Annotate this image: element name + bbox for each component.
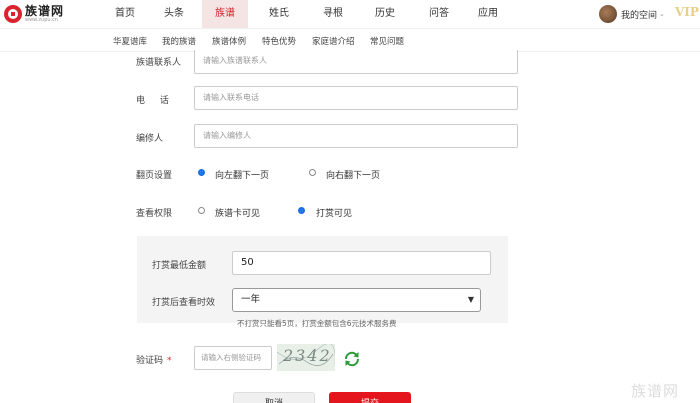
nav-item-qa[interactable]: 问答	[414, 0, 464, 28]
captcha-text: 2342	[283, 346, 332, 365]
nav-item-apps[interactable]: 应用	[464, 0, 512, 28]
user-space-label[interactable]: 我的空间	[621, 8, 657, 21]
chevron-down-icon: ▼	[467, 295, 474, 304]
contact-input[interactable]: 请输入族谱联系人	[194, 50, 518, 74]
submit-button[interactable]: 提交	[329, 392, 411, 403]
captcha-label: 验证码 *	[136, 353, 172, 366]
radio-reward-visible-label[interactable]: 打赏可见	[316, 206, 352, 219]
radio-turn-left[interactable]	[198, 169, 205, 176]
radio-turn-left-label[interactable]: 向左翻下一页	[215, 168, 269, 181]
captcha-image[interactable]: 2342	[277, 344, 335, 371]
contact-label: 族谱联系人	[136, 58, 182, 68]
captcha-input[interactable]: 请输入右侧验证码	[194, 346, 272, 370]
validity-select-value: 一年	[241, 294, 261, 305]
nav-item-history[interactable]: 历史	[356, 0, 414, 28]
subnav-item-advantages[interactable]: 特色优势	[262, 35, 296, 47]
view-permission-label: 查看权限	[136, 209, 173, 219]
required-mark: *	[167, 356, 172, 366]
radio-turn-right[interactable]	[309, 169, 316, 176]
nav-item-surnames[interactable]: 姓氏	[248, 0, 310, 28]
vip-badge[interactable]: VIP	[675, 5, 699, 19]
min-reward-label: 打赏最低金额	[152, 261, 207, 271]
chevron-down-icon[interactable]: ⌄	[659, 10, 665, 18]
subnav-item-format[interactable]: 族谱体例	[212, 35, 246, 47]
radio-turn-right-label[interactable]: 向右翻下一页	[326, 168, 380, 181]
nav-item-genealogy[interactable]: 族谱	[202, 0, 248, 28]
site-logo[interactable]: 族谱网 www.zupu.cn	[4, 3, 64, 25]
refresh-captcha-icon[interactable]	[343, 350, 361, 368]
avatar[interactable]	[599, 5, 617, 23]
nav-item-home[interactable]: 首页	[104, 0, 146, 28]
nav-item-roots[interactable]: 寻根	[310, 0, 356, 28]
editor-input[interactable]: 请输入编修人	[194, 124, 518, 148]
min-reward-input[interactable]: 50	[232, 251, 491, 275]
cancel-button[interactable]: 取消	[233, 392, 315, 403]
logo-name: 族谱网	[25, 4, 65, 18]
radio-card-visible[interactable]	[198, 207, 205, 214]
validity-select[interactable]: 一年 ▼	[232, 288, 481, 312]
validity-label: 打赏后查看时效	[152, 298, 216, 308]
subnav-item-my-genealogy[interactable]: 我的族谱	[162, 35, 196, 47]
top-nav-bar: 族谱网 www.zupu.cn 首页 头条 族谱 姓氏 寻根 历史 问答 应用 …	[0, 0, 700, 28]
site-watermark: 族谱网	[631, 382, 680, 400]
logo-icon	[4, 5, 22, 23]
nav-item-headlines[interactable]: 头条	[146, 0, 202, 28]
radio-card-visible-label[interactable]: 族谱卡可见	[215, 206, 260, 219]
phone-label: 电 话	[136, 96, 175, 106]
captcha-label-text: 验证码	[136, 356, 164, 366]
reward-note: 不打赏只能看5页，打赏金额包含6元技术服务费	[237, 319, 397, 328]
subnav-item-faq[interactable]: 常见问题	[370, 35, 404, 47]
user-menu[interactable]: 我的空间 ⌄	[599, 4, 665, 24]
phone-input[interactable]: 请输入联系电话	[194, 86, 518, 110]
main-nav: 首页 头条 族谱 姓氏 寻根 历史 问答 应用	[104, 0, 512, 28]
subnav-item-family-intro[interactable]: 家庭谱介绍	[312, 35, 355, 47]
editor-label: 编修人	[136, 134, 164, 144]
page-turn-label: 翻页设置	[136, 171, 173, 181]
radio-reward-visible[interactable]	[298, 207, 305, 214]
sub-nav: 华夏谱库 我的族谱 族谱体例 特色优势 家庭谱介绍 常见问题	[0, 28, 700, 52]
subnav-item-library[interactable]: 华夏谱库	[113, 35, 147, 47]
